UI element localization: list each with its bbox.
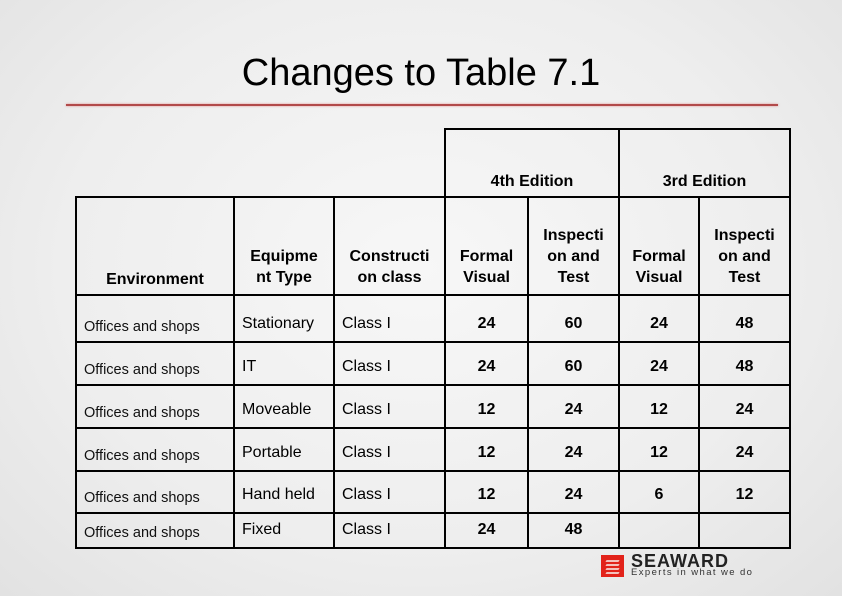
column-header-line: nt Type — [256, 269, 312, 286]
table-cell: Class I — [342, 401, 391, 418]
table-cell: 12 — [650, 444, 668, 461]
table-cell: 48 — [564, 521, 583, 538]
column-header-line: Inspecti — [714, 227, 775, 244]
column-header: Equipme nt Type — [235, 198, 333, 294]
slide-title: Changes to Table 7.1 — [241, 52, 601, 94]
table-cell: 24 — [564, 444, 583, 461]
column-header-line: Visual — [635, 269, 683, 286]
table-border — [789, 196, 791, 549]
column-header-line: Visual — [463, 269, 510, 286]
table-cell: Fixed — [242, 521, 282, 538]
table-cell: Class I — [342, 486, 391, 503]
table-cell: 24 — [650, 315, 668, 332]
column-header-label: Environment — [106, 269, 204, 290]
column-header-label: Constructi on class — [350, 246, 430, 288]
seaward-logo: SEAWARD Experts in what we do — [601, 551, 761, 578]
table-cell: 12 — [650, 401, 668, 418]
column-header-label: Equipme nt Type — [250, 246, 318, 288]
table-cell: 24 — [650, 358, 668, 375]
column-header-label: Inspecti on and Test — [543, 225, 603, 288]
column-header-line: Test — [728, 269, 761, 286]
column-header: Environment — [77, 198, 233, 294]
table-cell: Offices and shops — [84, 448, 200, 464]
table-cell — [700, 514, 789, 547]
table-border — [75, 547, 791, 549]
column-header-line: Equipme — [250, 248, 318, 265]
group-header-4th-edition: 4th Edition — [490, 173, 574, 190]
table-cell: Hand held — [242, 486, 315, 503]
column-header: Inspecti on and Test — [700, 198, 789, 294]
table-cell: Offices and shops — [84, 525, 200, 541]
table-cell: 24 — [477, 521, 496, 538]
column-header: Inspecti on and Test — [529, 198, 618, 294]
table-cell: 12 — [477, 401, 496, 418]
column-header: Formal Visual — [446, 198, 527, 294]
table-cell: Offices and shops — [84, 405, 200, 421]
table-border — [789, 128, 791, 196]
column-header: Constructi on class — [335, 198, 444, 294]
column-header: Formal Visual — [620, 198, 698, 294]
column-header-label: Inspecti on and Test — [714, 225, 774, 288]
table-cell: Offices and shops — [84, 362, 200, 378]
table-cell: 48 — [735, 315, 754, 332]
table-cell: Class I — [342, 444, 391, 461]
table-cell: Stationary — [242, 315, 315, 332]
table-cell: 24 — [735, 401, 754, 418]
seaward-logo-icon — [601, 555, 624, 577]
table-cell: 24 — [735, 444, 754, 461]
table-cell: 24 — [477, 315, 496, 332]
group-header-3rd-edition: 3rd Edition — [662, 173, 747, 190]
column-header-line: on class — [357, 269, 422, 286]
table-cell: 60 — [564, 358, 583, 375]
table-cell: Class I — [342, 521, 391, 538]
column-header-line: Constructi — [349, 248, 430, 265]
title-underline — [66, 104, 778, 106]
column-header-line: Test — [557, 269, 590, 286]
table-cell: Offices and shops — [84, 490, 200, 506]
table-cell: Moveable — [242, 401, 312, 418]
table-cell: 12 — [477, 444, 496, 461]
table-cell: 6 — [654, 486, 664, 503]
table-cell — [620, 514, 698, 547]
column-header-line: on and — [547, 248, 600, 265]
table-cell: Offices and shops — [84, 319, 200, 335]
table-cell: 24 — [477, 358, 496, 375]
column-header-label: Formal Visual — [632, 246, 685, 288]
column-header-line: Inspecti — [543, 227, 604, 244]
table-cell: 60 — [564, 315, 583, 332]
column-header-line: on and — [718, 248, 771, 265]
table-cell: 24 — [564, 401, 583, 418]
table-cell: Class I — [342, 358, 391, 375]
table-cell: 24 — [564, 486, 583, 503]
column-header-line: Formal — [459, 248, 514, 265]
column-header-line: Formal — [632, 248, 686, 265]
table-cell: 48 — [735, 358, 754, 375]
column-header-label: Formal Visual — [460, 246, 513, 288]
table-cell: 12 — [477, 486, 496, 503]
column-header-line: Environment — [106, 271, 204, 288]
table-cell: Class I — [342, 315, 391, 332]
table-cell: IT — [242, 358, 257, 375]
table-cell: Portable — [242, 444, 302, 461]
logo-tagline: Experts in what we do — [631, 567, 754, 578]
table-cell: 12 — [735, 486, 754, 503]
